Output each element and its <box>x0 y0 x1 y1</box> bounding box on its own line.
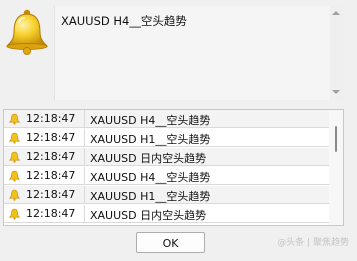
bell-icon <box>8 132 21 144</box>
alert-time: 12:18:47 <box>26 112 76 125</box>
scrollbar-thumb[interactable] <box>335 126 337 152</box>
column-divider <box>84 129 85 147</box>
column-divider <box>84 186 85 204</box>
bell-icon <box>8 208 21 220</box>
scroll-down-icon[interactable] <box>332 90 340 94</box>
bell-icon <box>8 189 21 201</box>
alert-time: 12:18:47 <box>26 188 76 201</box>
alert-history-list[interactable]: 12:18:47 XAUUSD 日内空头趋势 12:18:47 XAUUSD H1__… <box>3 109 344 226</box>
bell-icon <box>8 151 21 163</box>
alert-message: XAUUSD H1__空头趋势 <box>90 133 211 146</box>
alert-message: XAUUSD H1__空头趋势 <box>90 190 211 203</box>
alert-message: XAUUSD H4__空头趋势 <box>90 114 211 127</box>
column-divider <box>84 110 85 128</box>
scroll-up-icon[interactable] <box>332 11 340 15</box>
column-divider <box>84 205 85 223</box>
bell-icon <box>8 170 21 182</box>
alert-row[interactable]: 12:18:47 XAUUSD H1__空头趋势 <box>4 129 329 147</box>
bell-icon <box>8 113 21 125</box>
alert-message-text: XAUUSD H4__空头趋势 <box>61 14 187 28</box>
alert-time: 12:18:47 <box>26 131 76 144</box>
alert-time: 12:18:47 <box>26 150 76 163</box>
alert-message: XAUUSD 日内空头趋势 <box>90 209 207 222</box>
column-divider <box>84 148 85 166</box>
alert-message-box: XAUUSD H4__空头趋势 <box>54 6 343 100</box>
alert-message: XAUUSD H4__空头趋势 <box>90 171 211 184</box>
ok-button[interactable]: OK <box>136 232 205 253</box>
list-scrollbar[interactable] <box>329 110 343 225</box>
alert-time: 12:18:47 <box>26 207 76 220</box>
message-scrollbar[interactable] <box>330 6 343 100</box>
column-divider <box>84 167 85 185</box>
alert-row[interactable]: 12:18:47 XAUUSD H4__空头趋势 <box>4 167 329 185</box>
alert-row[interactable]: 12:18:47 XAUUSD 日内空头趋势 <box>4 148 329 166</box>
alert-header-area: XAUUSD H4__空头趋势 <box>0 0 357 105</box>
alert-time: 12:18:47 <box>26 169 76 182</box>
bell-icon <box>5 9 49 56</box>
alert-row[interactable]: 12:18:47 XAUUSD H4__空头趋势 <box>4 110 329 128</box>
alert-message: XAUUSD 日内空头趋势 <box>90 152 207 165</box>
alert-row[interactable]: 12:18:47 XAUUSD H1__空头趋势 <box>4 186 329 204</box>
watermark-text: @头条 | 聚焦趋势 <box>277 238 349 248</box>
alert-row[interactable]: 12:18:47 XAUUSD 日内空头趋势 <box>4 205 329 223</box>
